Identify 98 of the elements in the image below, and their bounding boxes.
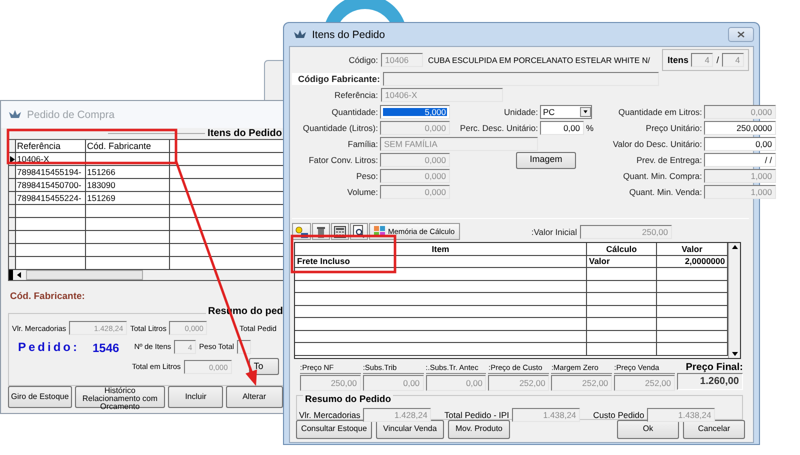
input-field[interactable]: 252,00 (551, 375, 612, 391)
field-label: Perc. Desc. Unitário: (459, 123, 538, 133)
action-button[interactable]: Histórico Relacionamento com Orcamento (74, 386, 166, 408)
tiles-icon (374, 226, 385, 237)
column-header: Referência (16, 140, 86, 152)
input-field[interactable]: 4 (691, 53, 714, 67)
action-button[interactable]: Vincular Venda (376, 420, 444, 439)
table-cell: 183090 (87, 180, 116, 190)
input-field[interactable]: 10406-X (381, 88, 503, 102)
field-label: Vlr. Mercadorias (299, 410, 360, 420)
input-field[interactable]: 1.428,24 (363, 408, 432, 422)
input-field[interactable]: 250,00 (580, 224, 672, 238)
field-label: Quantidade (Litros): (302, 123, 378, 133)
trash-icon (316, 226, 326, 238)
action-button[interactable]: Ok (617, 420, 679, 439)
unit-text: % (586, 123, 595, 133)
action-button[interactable]: Mov. Produto (448, 420, 510, 439)
magnifier-icon (353, 225, 365, 238)
field-label: Referência: (334, 90, 378, 100)
input-field[interactable]: 0,00 (540, 121, 584, 135)
table-cell: 151266 (87, 167, 116, 177)
group-title: Itens do Pedido (208, 128, 283, 138)
image-button[interactable]: Imagem (516, 152, 576, 168)
field-label: Volume: (346, 187, 378, 197)
input-field[interactable]: 1,000 (704, 185, 776, 199)
input-field[interactable]: 4 (722, 53, 744, 67)
field-label: Cód. Fabricante: (10, 291, 86, 302)
field-label: Quantidade em Litros: (617, 107, 702, 117)
input-field[interactable]: 1.260,00 (676, 373, 743, 390)
action-button[interactable]: Incluir (168, 386, 224, 408)
group-title: Resumo do Pedido (303, 394, 394, 405)
close-button[interactable] (728, 27, 754, 42)
key-icon (295, 226, 308, 238)
field-label: Itens (667, 55, 688, 65)
column-header: Cálculo (587, 243, 657, 254)
input-field[interactable]: 0,00 (426, 375, 486, 391)
unit-dropdown[interactable]: PC (540, 105, 592, 119)
field-label: Fator Conv. Litros: (308, 155, 378, 165)
scroll-left-icon (17, 272, 21, 278)
input-field[interactable]: / / (704, 153, 776, 167)
field-label: Quantidade: (330, 107, 378, 117)
action-button[interactable]: Consultar Estoque (296, 420, 372, 439)
action-button[interactable]: Giro de Estoque (8, 386, 72, 408)
input-field[interactable]: 1,000 (704, 169, 776, 183)
field-label: Peso: (355, 171, 378, 181)
input-field[interactable]: 252,00 (614, 375, 675, 391)
field-label: Valor do Desc. Unitário: (612, 139, 702, 149)
action-button[interactable]: Alterar (226, 386, 283, 408)
field-label: Unidade: (502, 107, 538, 117)
scroll-down-icon[interactable] (730, 352, 738, 357)
input-field[interactable]: 0,000 (380, 121, 450, 135)
input-field[interactable]: 0,00 (362, 375, 424, 391)
input-field[interactable]: 0,000 (704, 105, 776, 119)
field-label: :Valor Inicial (531, 226, 577, 236)
product-description: CUBA ESCULPIDA EM PORCELANATO ESTELAR WHITE N/ (428, 56, 651, 64)
column-header: Item (295, 243, 587, 254)
table-cell: Valor (587, 256, 657, 267)
field-label: Total Pedido - IPI (444, 410, 510, 420)
field-label: Preço Unitário: (644, 123, 702, 133)
column-header: Cód. Fabricante (86, 140, 170, 152)
action-button[interactable]: Cancelar (683, 420, 745, 439)
field-label: Preço Final: (684, 363, 743, 373)
table-cell: Frete Incluso (295, 256, 587, 267)
table-cell: 7898415455194- (16, 166, 86, 178)
field-label: Família: (346, 139, 378, 149)
field-label: Prev. de Entrega: (635, 155, 702, 165)
row-pointer-icon (10, 156, 15, 162)
input-field[interactable] (383, 72, 659, 86)
input-field[interactable]: 1.438,24 (647, 408, 716, 422)
window-title: Pedido de Compra (27, 108, 115, 120)
input-field[interactable]: 0,00 (704, 137, 776, 151)
input-field[interactable]: 0,000 (380, 169, 450, 183)
field-label: Código: (348, 55, 378, 65)
input-field[interactable]: 250,0000 (704, 121, 776, 135)
table-cell: 7898415450700- (16, 179, 86, 191)
scrollbar[interactable] (728, 243, 740, 358)
scrollbar[interactable] (9, 270, 283, 280)
input-field[interactable]: 0,000 (380, 153, 450, 167)
order-label: Pedido: (18, 340, 80, 354)
order-number: 1546 (92, 341, 120, 355)
separator-text: / (716, 55, 719, 65)
field-label: Quant. Min. Compra: (622, 171, 702, 181)
table-cell: 7898415455224- (16, 192, 86, 204)
field-label: Código Fabricante: (292, 73, 380, 85)
input-field[interactable]: SEM FAMÍLIA (380, 137, 538, 151)
field-label: Quant. Min. Venda: (628, 187, 702, 197)
table-cell: 151269 (87, 193, 116, 203)
window-title: Itens do Pedido (312, 28, 385, 40)
field-label: Custo Pedido (593, 410, 644, 420)
close-icon (737, 31, 745, 38)
input-field[interactable]: 1.438,24 (512, 408, 580, 422)
input-field[interactable]: 250,00 (300, 375, 361, 391)
input-field[interactable]: 5,000 (380, 105, 450, 119)
input-field[interactable]: 10406 (381, 53, 423, 67)
scroll-up-icon[interactable] (730, 244, 738, 249)
table-cell: 10406-X (16, 153, 86, 165)
input-field[interactable]: 0,000 (380, 185, 450, 199)
input-field[interactable]: 252,00 (488, 375, 550, 391)
